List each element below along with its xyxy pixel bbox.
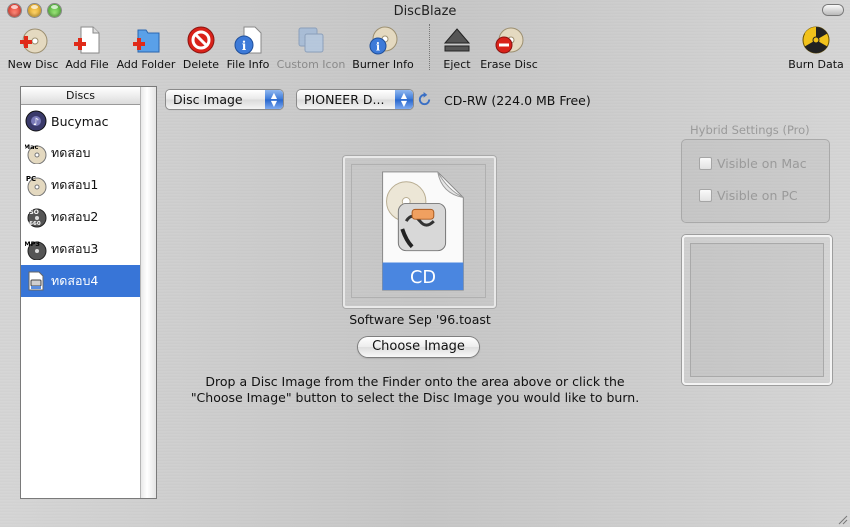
- mac-disc-icon: Mac: [25, 143, 47, 164]
- resize-grip-icon[interactable]: [836, 513, 848, 525]
- add-file-label: Add File: [65, 58, 109, 71]
- file-info-label: File Info: [226, 58, 270, 71]
- instructions-text: Drop a Disc Image from the Finder onto t…: [190, 374, 640, 406]
- eject-icon: [443, 28, 471, 52]
- hybrid-settings-title: Hybrid Settings (Pro): [690, 123, 810, 137]
- eject-label: Eject: [443, 58, 471, 71]
- sidebar-item-label: Bucymac: [51, 113, 109, 129]
- hybrid-settings-box: [681, 139, 830, 223]
- erase-disc-label: Erase Disc: [480, 58, 538, 71]
- svg-text:MP3: MP3: [25, 240, 40, 248]
- toolbar-toggle-button[interactable]: [823, 5, 843, 15]
- visible-on-mac-label: Visible on Mac: [717, 156, 807, 171]
- disc-type-value: Disc Image: [173, 92, 243, 107]
- custom-icon-label: Custom Icon: [276, 58, 346, 71]
- discs-sidebar: Discs ♪ Bucymac Mac ทดสอบ PC ทดสอบ1 ISO …: [21, 87, 156, 498]
- sidebar-item-label: ทดสอบ1: [51, 177, 99, 192]
- svg-text:9660: 9660: [25, 221, 40, 227]
- title-bar[interactable]: DiscBlaze: [0, 0, 850, 22]
- burn-data-button[interactable]: Burn Data: [786, 22, 846, 72]
- cd-badge-text: CD: [410, 268, 436, 288]
- eject-button[interactable]: Eject: [438, 22, 476, 72]
- new-disc-label: New Disc: [7, 58, 59, 71]
- burn-icon: [802, 26, 830, 54]
- visible-on-mac-checkbox[interactable]: Visible on Mac: [699, 156, 807, 171]
- icon-preview-well[interactable]: [682, 235, 832, 385]
- select-arrows-icon: ▲ ▼: [395, 90, 413, 109]
- drive-select[interactable]: PIONEER D... ▲ ▼: [297, 90, 413, 109]
- add-file-icon: [74, 26, 100, 54]
- add-folder-button[interactable]: Add Folder: [114, 22, 178, 72]
- add-folder-label: Add Folder: [116, 58, 176, 71]
- refresh-icon[interactable]: [417, 92, 432, 107]
- custom-icon-icon: [298, 27, 324, 53]
- burner-info-label: Burner Info: [352, 58, 414, 71]
- sidebar-item-mp3-disc[interactable]: MP3 ทดสอบ3: [21, 233, 140, 265]
- burn-data-label: Burn Data: [788, 58, 844, 71]
- delete-icon: [187, 26, 215, 54]
- pc-disc-icon: PC: [26, 175, 47, 196]
- checkbox-box[interactable]: [699, 157, 712, 170]
- window-title: DiscBlaze: [393, 4, 457, 19]
- file-info-icon: i: [234, 26, 262, 55]
- sidebar-item-mac-disc[interactable]: Mac ทดสอบ: [21, 137, 140, 169]
- burner-info-button[interactable]: i Burner Info: [350, 22, 416, 72]
- drive-value: PIONEER D...: [304, 92, 385, 107]
- erase-disc-button[interactable]: Erase Disc: [478, 22, 540, 72]
- mp3-disc-icon: MP3: [25, 240, 47, 260]
- icon-preview-inner: [690, 243, 824, 377]
- sidebar-item-label: ทดสอบ2: [51, 209, 99, 224]
- sidebar-scrollbar[interactable]: [140, 87, 156, 498]
- new-disc-button[interactable]: New Disc: [4, 22, 62, 72]
- custom-icon-button[interactable]: Custom Icon: [274, 22, 348, 72]
- svg-text:♪: ♪: [33, 117, 39, 128]
- toolbar-separator: [429, 24, 430, 70]
- iso-disc-icon: ISO 9660: [25, 208, 47, 228]
- drop-well-inner: CD: [351, 164, 486, 298]
- svg-text:i: i: [242, 39, 247, 53]
- svg-text:Mac: Mac: [25, 143, 38, 151]
- sidebar-item-disc-image[interactable]: ทดสอบ4: [21, 265, 140, 297]
- choose-image-button[interactable]: Choose Image: [358, 337, 479, 357]
- discs-list: ♪ Bucymac Mac ทดสอบ PC ทดสอบ1 ISO 9660 ท…: [21, 105, 140, 297]
- add-file-button[interactable]: Add File: [62, 22, 112, 72]
- toolbar: New Disc Add File Add Folder Delete i Fi…: [0, 22, 850, 72]
- sidebar-item-label: ทดสอบ: [51, 145, 91, 160]
- file-info-button[interactable]: i File Info: [224, 22, 272, 72]
- image-filename: Software Sep '96.toast: [349, 312, 491, 327]
- visible-on-pc-label: Visible on PC: [717, 188, 798, 203]
- new-disc-icon: [20, 28, 48, 54]
- discs-header[interactable]: Discs: [21, 87, 140, 105]
- delete-label: Delete: [182, 58, 220, 71]
- discblaze-window: DiscBlaze New Disc Add File Add Folder D…: [0, 0, 850, 527]
- disc-image-drop-well[interactable]: CD: [343, 156, 496, 308]
- drive-free-space: CD-RW (224.0 MB Free): [444, 93, 591, 108]
- checkbox-box[interactable]: [699, 189, 712, 202]
- delete-button[interactable]: Delete: [180, 22, 222, 72]
- disc-image-icon: [28, 271, 44, 291]
- sidebar-item-label: ทดสอบ4: [51, 273, 99, 288]
- add-folder-icon: [133, 29, 160, 53]
- svg-text:PC: PC: [26, 175, 36, 183]
- select-arrows-icon: ▲ ▼: [265, 90, 283, 109]
- svg-text:i: i: [376, 41, 380, 54]
- burner-info-icon: i: [369, 26, 398, 55]
- svg-text:ISO: ISO: [27, 209, 39, 216]
- toast-cd-image-icon: CD: [382, 171, 464, 291]
- sidebar-item-label: ทดสอบ3: [51, 241, 99, 256]
- erase-disc-icon: [495, 27, 524, 54]
- instructions-line-1: Drop a Disc Image from the Finder onto t…: [205, 374, 625, 389]
- visible-on-pc-checkbox[interactable]: Visible on PC: [699, 188, 798, 203]
- disc-type-select[interactable]: Disc Image ▲ ▼: [166, 90, 283, 109]
- sidebar-item-iso-disc[interactable]: ISO 9660 ทดสอบ2: [21, 201, 140, 233]
- sidebar-item-pc-disc[interactable]: PC ทดสอบ1: [21, 169, 140, 201]
- sidebar-item-bucymac[interactable]: ♪ Bucymac: [21, 105, 140, 137]
- instructions-line-2: "Choose Image" button to select the Disc…: [190, 390, 640, 405]
- music-disc-icon: ♪: [25, 110, 47, 132]
